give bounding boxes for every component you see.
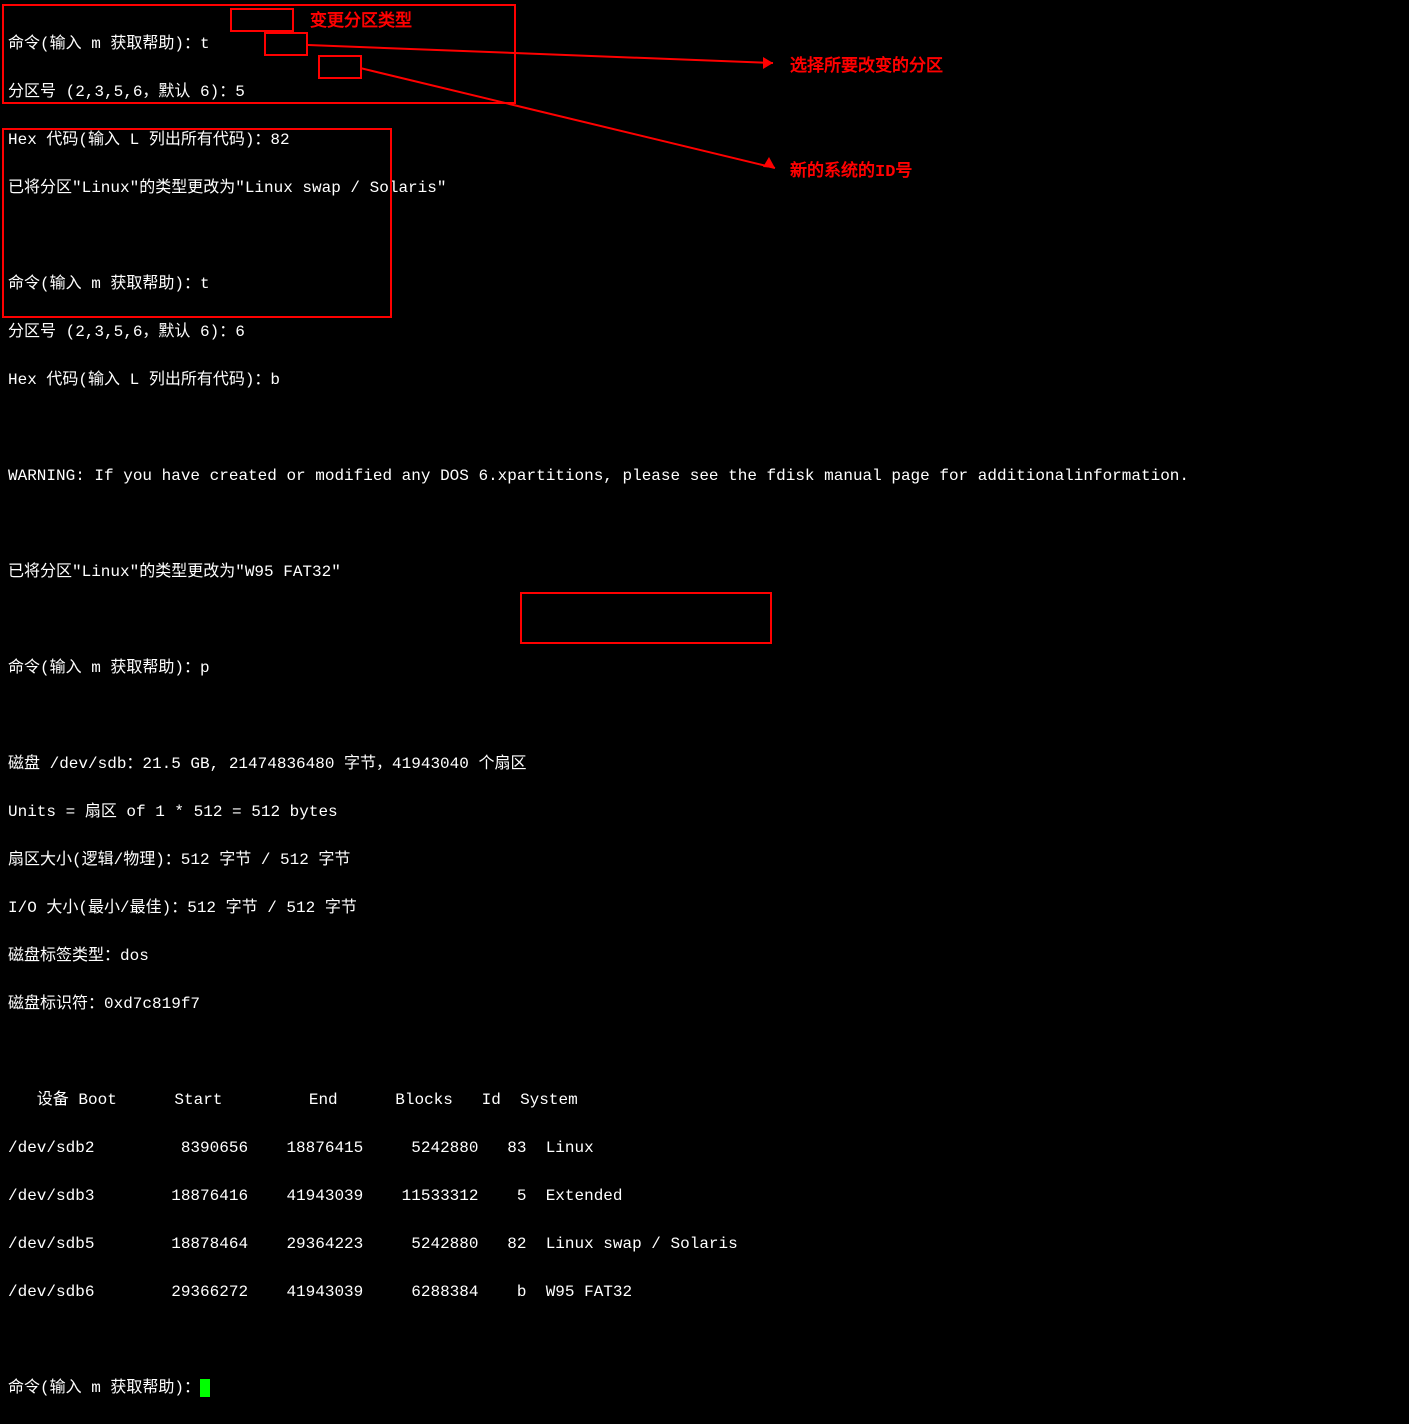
disk-info-2: Units = 扇区 of 1 * 512 = 512 bytes bbox=[8, 800, 1401, 824]
hex-code-line-2: Hex 代码(输入 L 列出所有代码)：b bbox=[8, 368, 1401, 392]
result-line-2: 已将分区"Linux"的类型更改为"W95 FAT32" bbox=[8, 560, 1401, 584]
disk-info-1: 磁盘 /dev/sdb：21.5 GB, 21474836480 字节，4194… bbox=[8, 752, 1401, 776]
disk-info-4: I/O 大小(最小/最佳)：512 字节 / 512 字节 bbox=[8, 896, 1401, 920]
table-header: 设备 Boot Start End Blocks Id System bbox=[8, 1088, 1401, 1112]
final-prompt-line[interactable]: 命令(输入 m 获取帮助)： bbox=[8, 1376, 1401, 1400]
table-row: /dev/sdb2 8390656 18876415 5242880 83 Li… bbox=[8, 1136, 1401, 1160]
table-row: /dev/sdb3 18876416 41943039 11533312 5 E… bbox=[8, 1184, 1401, 1208]
cmd-line-t2: 命令(输入 m 获取帮助)：t bbox=[8, 272, 1401, 296]
table-row: /dev/sdb5 18878464 29364223 5242880 82 L… bbox=[8, 1232, 1401, 1256]
partition-num-line: 分区号 (2,3,5,6，默认 6)：5 bbox=[8, 80, 1401, 104]
disk-info-3: 扇区大小(逻辑/物理)：512 字节 / 512 字节 bbox=[8, 848, 1401, 872]
disk-info-5: 磁盘标签类型：dos bbox=[8, 944, 1401, 968]
result-line-1: 已将分区"Linux"的类型更改为"Linux swap / Solaris" bbox=[8, 176, 1401, 200]
cmd-line-t: 命令(输入 m 获取帮助)：t bbox=[8, 32, 1401, 56]
terminal-output: 命令(输入 m 获取帮助)：t 分区号 (2,3,5,6，默认 6)：5 Hex… bbox=[8, 8, 1401, 1424]
cursor-icon bbox=[200, 1379, 210, 1397]
warning-line: WARNING: If you have created or modified… bbox=[8, 464, 1401, 488]
hex-code-line: Hex 代码(输入 L 列出所有代码)：82 bbox=[8, 128, 1401, 152]
partition-num-line-2: 分区号 (2,3,5,6，默认 6)：6 bbox=[8, 320, 1401, 344]
table-row: /dev/sdb6 29366272 41943039 6288384 b W9… bbox=[8, 1280, 1401, 1304]
cmd-line-p: 命令(输入 m 获取帮助)：p bbox=[8, 656, 1401, 680]
disk-info-6: 磁盘标识符：0xd7c819f7 bbox=[8, 992, 1401, 1016]
